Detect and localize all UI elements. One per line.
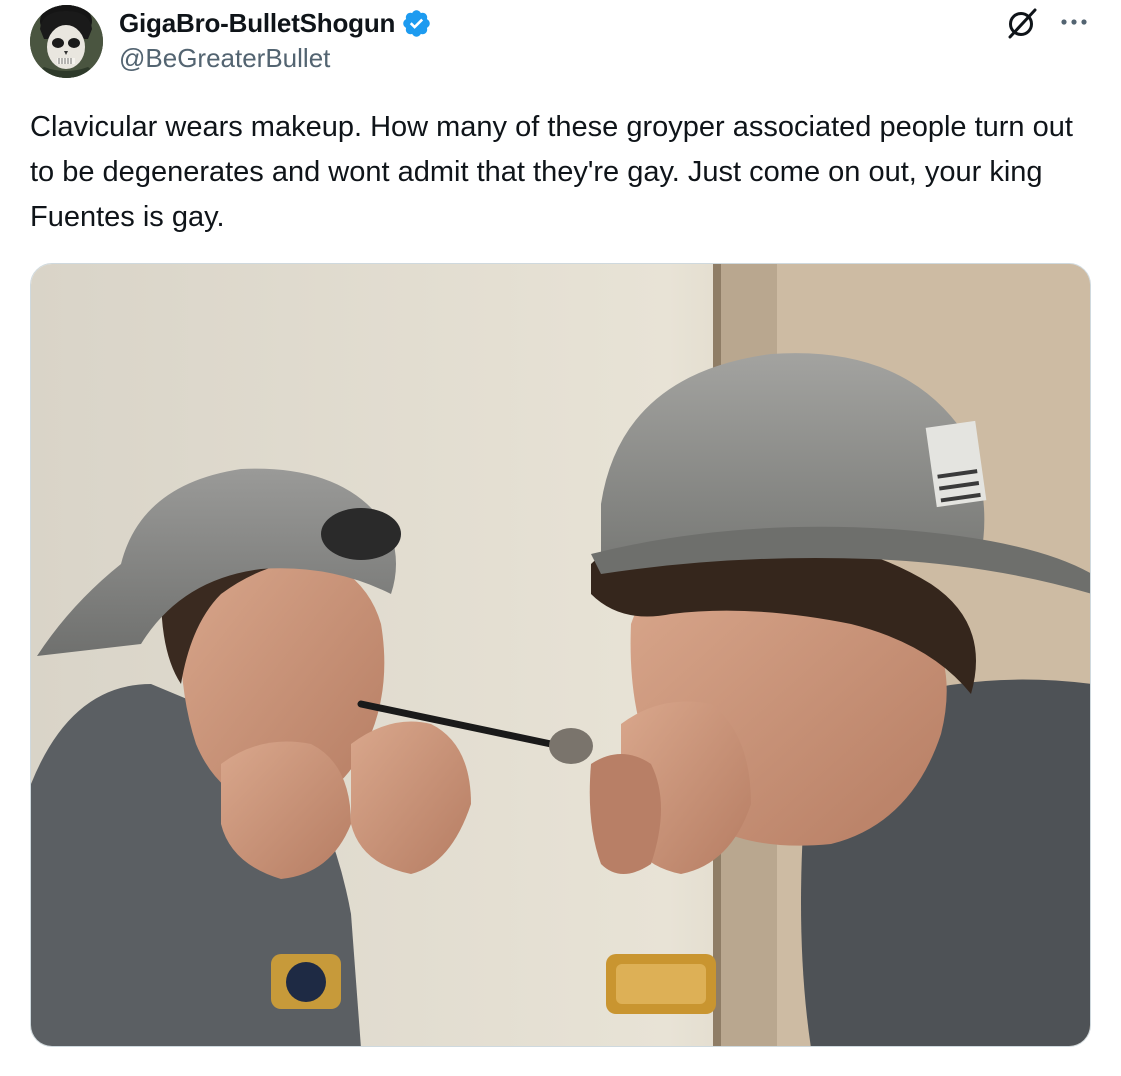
verified-badge-icon[interactable] bbox=[401, 8, 432, 39]
media-image bbox=[31, 264, 1090, 1046]
ellipsis-icon[interactable] bbox=[1058, 8, 1090, 36]
author-handle[interactable]: @BeGreaterBullet bbox=[119, 43, 330, 74]
tweet-text: Clavicular wears makeup. How many of the… bbox=[30, 111, 1073, 233]
tweet-media-photo[interactable] bbox=[30, 263, 1091, 1047]
tweet-card: GigaBro-BulletShogun @BeGreaterBullet Cl… bbox=[0, 0, 1121, 1076]
grok-slash-icon[interactable] bbox=[1005, 6, 1039, 40]
author-name-row: GigaBro-BulletShogun bbox=[119, 6, 432, 40]
avatar[interactable] bbox=[30, 5, 103, 78]
author-display-name[interactable]: GigaBro-BulletShogun bbox=[119, 8, 395, 39]
skull-mask-avatar-icon bbox=[30, 5, 103, 78]
